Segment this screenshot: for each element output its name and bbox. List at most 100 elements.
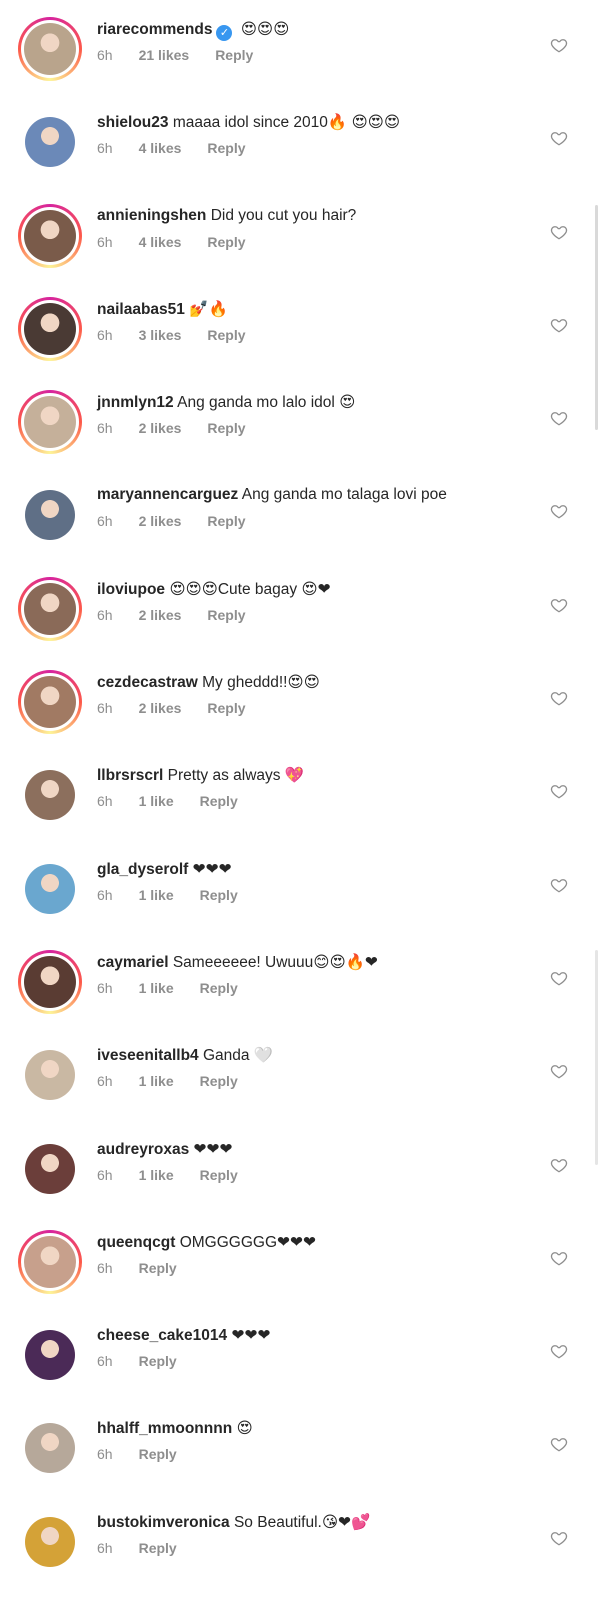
comment-meta: 6h 1 like Reply: [97, 793, 264, 809]
comment-item: iveseenitallb4 Ganda 🤍 6h 1 like Reply: [0, 1026, 600, 1119]
like-heart-icon[interactable]: [550, 1062, 568, 1080]
comment-text-line: nailaabas51 💅🔥: [97, 300, 228, 319]
like-heart-icon[interactable]: [550, 129, 568, 147]
comment-likes[interactable]: 1 like: [139, 1073, 174, 1089]
comment-username[interactable]: iloviupoe: [97, 581, 165, 598]
comment-likes[interactable]: 2 likes: [139, 700, 182, 716]
reply-button[interactable]: Reply: [200, 1167, 238, 1183]
avatar[interactable]: [18, 17, 82, 81]
like-heart-icon[interactable]: [550, 409, 568, 427]
comment-likes[interactable]: 3 likes: [139, 327, 182, 343]
reply-button[interactable]: Reply: [139, 1540, 177, 1556]
scrollbar-secondary[interactable]: [595, 950, 598, 1165]
comment-username[interactable]: llbrsrscrl: [97, 767, 163, 784]
comment-username[interactable]: cheese_cake1014: [97, 1327, 227, 1344]
avatar[interactable]: [18, 670, 82, 735]
reply-button[interactable]: Reply: [207, 327, 245, 343]
reply-button[interactable]: Reply: [139, 1446, 177, 1462]
comment-meta: 6h 2 likes Reply: [97, 513, 272, 529]
reply-button[interactable]: Reply: [200, 980, 238, 996]
comment-list: riarecommends ✓ 😍😍😍 6h 21 likes Reply shiel…: [0, 0, 600, 1586]
like-heart-icon[interactable]: [550, 969, 568, 987]
avatar[interactable]: [18, 763, 82, 827]
comment-likes[interactable]: 1 like: [139, 980, 174, 996]
comment-item: maryannencarguez Ang ganda mo talaga lov…: [0, 466, 600, 559]
reply-button[interactable]: Reply: [207, 513, 245, 529]
like-heart-icon[interactable]: [550, 1435, 568, 1453]
reply-button[interactable]: Reply: [200, 793, 238, 809]
like-heart-icon[interactable]: [550, 502, 568, 520]
avatar[interactable]: [18, 576, 82, 641]
comment-item: jnnmlyn12 Ang ganda mo lalo idol 😍 6h 2 l…: [0, 373, 600, 466]
reply-button[interactable]: Reply: [207, 607, 245, 623]
comment-likes[interactable]: 1 like: [139, 887, 174, 903]
like-heart-icon[interactable]: [550, 1529, 568, 1547]
avatar[interactable]: [18, 390, 82, 455]
comment-body: Sameeeeee! Uwuuu😊😍🔥❤: [172, 953, 378, 971]
comment-username[interactable]: hhalff_mmoonnnn: [97, 1420, 232, 1437]
comment-username[interactable]: shielou23: [97, 114, 169, 131]
comment-item: bustokimveronica So Beautiful.😘❤💕 6h Repl…: [0, 1493, 600, 1586]
scrollbar[interactable]: [595, 205, 598, 430]
comment-username[interactable]: bustokimveronica: [97, 1514, 230, 1531]
like-heart-icon[interactable]: [550, 689, 568, 707]
comment-item: gla_dyserolf ❤❤❤ 6h 1 like Reply: [0, 840, 600, 933]
like-heart-icon[interactable]: [550, 876, 568, 894]
comment-likes[interactable]: 2 likes: [139, 607, 182, 623]
comment-username[interactable]: iveseenitallb4: [97, 1047, 199, 1064]
comment-username[interactable]: riarecommends: [97, 21, 212, 38]
like-heart-icon[interactable]: [550, 1342, 568, 1360]
avatar[interactable]: [18, 1137, 82, 1201]
comment-likes[interactable]: 1 like: [139, 793, 174, 809]
avatar-image: [24, 302, 76, 355]
avatar[interactable]: [18, 483, 82, 547]
reply-button[interactable]: Reply: [215, 47, 253, 63]
like-heart-icon[interactable]: [550, 1249, 568, 1267]
comment-item: caymariel Sameeeeee! Uwuuu😊😍🔥❤ 6h 1 like R…: [0, 933, 600, 1026]
comment-time: 6h: [97, 886, 113, 903]
reply-button[interactable]: Reply: [207, 234, 245, 250]
comment-likes[interactable]: 2 likes: [139, 513, 182, 529]
comment-item: shielou23 maaaa idol since 2010🔥 😍😍😍 6h 4…: [0, 93, 600, 186]
reply-button[interactable]: Reply: [200, 887, 238, 903]
like-heart-icon[interactable]: [550, 36, 568, 54]
comment-likes[interactable]: 1 like: [139, 1167, 174, 1183]
comment-username[interactable]: audreyroxas: [97, 1141, 189, 1158]
reply-button[interactable]: Reply: [139, 1260, 177, 1276]
avatar[interactable]: [18, 1510, 82, 1574]
reply-button[interactable]: Reply: [139, 1353, 177, 1369]
avatar[interactable]: [18, 296, 82, 361]
comment-username[interactable]: jnnmlyn12: [97, 394, 174, 411]
comment-username[interactable]: nailaabas51: [97, 301, 185, 318]
like-heart-icon[interactable]: [550, 1156, 568, 1174]
avatar[interactable]: [18, 1416, 82, 1480]
comment-username[interactable]: gla_dyserolf: [97, 861, 188, 878]
comment-likes[interactable]: 2 likes: [139, 420, 182, 436]
like-heart-icon[interactable]: [550, 782, 568, 800]
reply-button[interactable]: Reply: [200, 1073, 238, 1089]
avatar[interactable]: [18, 1229, 82, 1294]
like-heart-icon[interactable]: [550, 223, 568, 241]
avatar[interactable]: [18, 110, 82, 174]
like-heart-icon[interactable]: [550, 596, 568, 614]
comment-username[interactable]: annieningshen: [97, 207, 206, 224]
reply-button[interactable]: Reply: [207, 140, 245, 156]
avatar[interactable]: [18, 1043, 82, 1107]
avatar[interactable]: [18, 857, 82, 921]
comment-meta: 6h 1 like Reply: [97, 887, 264, 903]
comment-likes[interactable]: 21 likes: [139, 47, 190, 63]
comment-username[interactable]: cezdecastraw: [97, 674, 198, 691]
comment-username[interactable]: queenqcgt: [97, 1234, 175, 1251]
like-heart-icon[interactable]: [550, 316, 568, 334]
reply-button[interactable]: Reply: [207, 700, 245, 716]
comment-likes[interactable]: 4 likes: [139, 140, 182, 156]
avatar[interactable]: [18, 1323, 82, 1387]
comment-likes[interactable]: 4 likes: [139, 234, 182, 250]
comment-username[interactable]: maryannencarguez: [97, 486, 238, 503]
comment-body: 💅🔥: [189, 300, 228, 318]
comment-body: Ganda 🤍: [202, 1047, 274, 1065]
avatar[interactable]: [18, 949, 82, 1014]
reply-button[interactable]: Reply: [207, 420, 245, 436]
avatar[interactable]: [18, 203, 82, 268]
comment-username[interactable]: caymariel: [97, 954, 169, 971]
